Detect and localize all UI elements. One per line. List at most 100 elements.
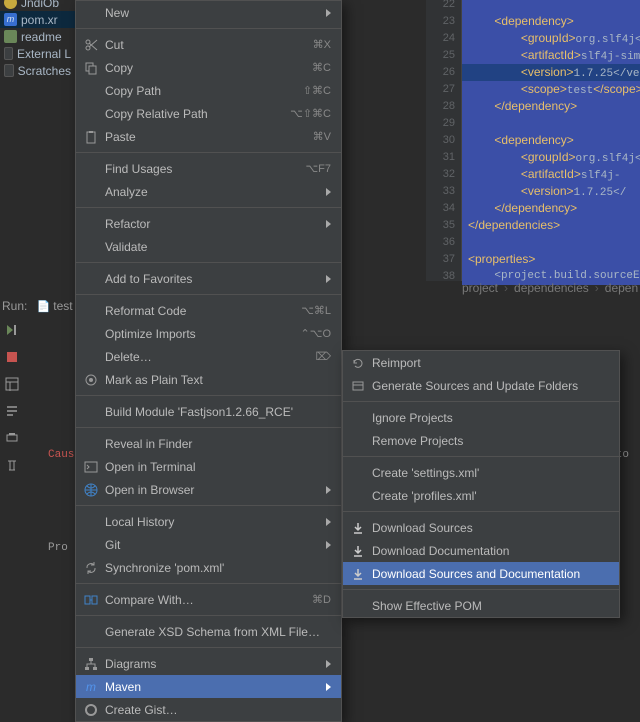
- menu-separator: [76, 152, 341, 153]
- menu-item-label: Diagrams: [105, 657, 313, 671]
- print-icon[interactable]: [5, 431, 19, 445]
- code-line[interactable]: <groupId>org.slf4j</: [462, 30, 640, 47]
- blank-icon: [84, 240, 98, 254]
- menu-item-label: Create Gist…: [105, 703, 331, 717]
- delete-icon[interactable]: [5, 458, 19, 472]
- menu-item-create-profiles-xml[interactable]: Create 'profiles.xml': [343, 484, 619, 507]
- breadcrumb-item[interactable]: dependencies: [514, 281, 589, 295]
- rerun-icon[interactable]: [5, 323, 19, 337]
- menu-item-git[interactable]: Git: [76, 533, 341, 556]
- menu-item-validate[interactable]: Validate: [76, 235, 341, 258]
- chevron-right-icon: [326, 9, 331, 17]
- code-line[interactable]: <properties>: [462, 251, 640, 268]
- menu-item-show-effective-pom[interactable]: Show Effective POM: [343, 594, 619, 617]
- menu-separator: [76, 583, 341, 584]
- menu-item-copy-relative-path[interactable]: Copy Relative Path⌥⇧⌘C: [76, 102, 341, 125]
- tree-item[interactable]: External L: [0, 45, 75, 62]
- menu-item-download-documentation[interactable]: Download Documentation: [343, 539, 619, 562]
- breadcrumb-item[interactable]: project: [462, 281, 498, 295]
- menu-item-label: Validate: [105, 240, 331, 254]
- code-line[interactable]: </dependency>: [462, 200, 640, 217]
- tree-item[interactable]: JndiOb: [0, 0, 75, 11]
- menu-item-label: Remove Projects: [372, 434, 609, 448]
- menu-item-label: Compare With…: [105, 593, 305, 607]
- github-icon: [84, 703, 98, 717]
- scissors-icon: [84, 38, 98, 52]
- menu-item-maven[interactable]: mMaven: [76, 675, 341, 698]
- menu-item-remove-projects[interactable]: Remove Projects: [343, 429, 619, 452]
- breadcrumb-item[interactable]: depen: [605, 281, 638, 295]
- layout-icon[interactable]: [5, 377, 19, 391]
- tree-item[interactable]: Scratches: [0, 62, 75, 79]
- menu-item-open-in-terminal[interactable]: Open in Terminal: [76, 455, 341, 478]
- menu-separator: [343, 589, 619, 590]
- tree-item[interactable]: readme: [0, 28, 75, 45]
- menu-item-label: Reformat Code: [105, 304, 294, 318]
- svg-text:m: m: [86, 680, 96, 694]
- class-icon: [4, 0, 17, 9]
- tree-item[interactable]: mpom.xr: [0, 11, 75, 28]
- menu-item-delete[interactable]: Delete…⌦: [76, 345, 341, 368]
- menu-item-compare-with[interactable]: Compare With…⌘D: [76, 588, 341, 611]
- code-line[interactable]: </dependency>: [462, 98, 640, 115]
- line-number: 37: [426, 251, 461, 268]
- menu-item-label: Analyze: [105, 185, 313, 199]
- code-line[interactable]: <version>1.7.25</vers: [462, 64, 640, 81]
- code-line[interactable]: <scope>test</scope>: [462, 81, 640, 98]
- menu-item-build-module-fastjson1-2-66-rce[interactable]: Build Module 'Fastjson1.2.66_RCE': [76, 400, 341, 423]
- menu-item-reformat-code[interactable]: Reformat Code⌥⌘L: [76, 299, 341, 322]
- menu-item-download-sources-and-documentation[interactable]: Download Sources and Documentation: [343, 562, 619, 585]
- menu-item-reveal-in-finder[interactable]: Reveal in Finder: [76, 432, 341, 455]
- menu-item-find-usages[interactable]: Find Usages⌥F7: [76, 157, 341, 180]
- menu-item-generate-sources-and-update-folders[interactable]: Generate Sources and Update Folders: [343, 374, 619, 397]
- menu-item-label: New: [105, 6, 313, 20]
- pom-icon: m: [4, 13, 17, 26]
- menu-item-new[interactable]: New: [76, 1, 341, 24]
- maven-icon: m: [84, 680, 98, 694]
- menu-item-generate-xsd-schema-from-xml-file[interactable]: Generate XSD Schema from XML File…: [76, 620, 341, 643]
- menu-item-paste[interactable]: Paste⌘V: [76, 125, 341, 148]
- code-line[interactable]: <artifactId>slf4j-sim: [462, 47, 640, 64]
- menu-item-create-settings-xml[interactable]: Create 'settings.xml': [343, 461, 619, 484]
- menu-item-refactor[interactable]: Refactor: [76, 212, 341, 235]
- menu-shortcut: ⌥F7: [305, 162, 331, 175]
- menu-item-ignore-projects[interactable]: Ignore Projects: [343, 406, 619, 429]
- menu-item-open-in-browser[interactable]: Open in Browser: [76, 478, 341, 501]
- menu-item-local-history[interactable]: Local History: [76, 510, 341, 533]
- editor-code[interactable]: <dependency> <groupId>org.slf4j</ <artif…: [462, 0, 640, 285]
- code-line[interactable]: <dependency>: [462, 13, 640, 30]
- breadcrumb[interactable]: project›dependencies›depen: [462, 281, 638, 295]
- blank-icon: [351, 599, 365, 613]
- menu-item-mark-as-plain-text[interactable]: Mark as Plain Text: [76, 368, 341, 391]
- code-line[interactable]: <artifactId>slf4j-: [462, 166, 640, 183]
- menu-item-label: Cut: [105, 38, 306, 52]
- code-line[interactable]: <version>1.7.25</: [462, 183, 640, 200]
- code-line[interactable]: </dependencies>: [462, 217, 640, 234]
- menu-item-download-sources[interactable]: Download Sources: [343, 516, 619, 539]
- menu-item-synchronize-pom-xml[interactable]: Synchronize 'pom.xml': [76, 556, 341, 579]
- menu-item-copy[interactable]: Copy⌘C: [76, 56, 341, 79]
- wrap-icon[interactable]: [5, 404, 19, 418]
- menu-item-create-gist[interactable]: Create Gist…: [76, 698, 341, 721]
- menu-separator: [76, 262, 341, 263]
- menu-item-label: Copy Relative Path: [105, 107, 283, 121]
- menu-item-copy-path[interactable]: Copy Path⇧⌘C: [76, 79, 341, 102]
- menu-item-label: Git: [105, 538, 313, 552]
- lib-icon: [4, 47, 13, 60]
- menu-item-diagrams[interactable]: Diagrams: [76, 652, 341, 675]
- menu-item-cut[interactable]: Cut⌘X: [76, 33, 341, 56]
- menu-item-optimize-imports[interactable]: Optimize Imports⌃⌥O: [76, 322, 341, 345]
- menu-item-reimport[interactable]: Reimport: [343, 351, 619, 374]
- menu-separator: [76, 505, 341, 506]
- code-line[interactable]: [462, 115, 640, 132]
- blank-icon: [84, 538, 98, 552]
- code-line[interactable]: [462, 234, 640, 251]
- menu-item-add-to-favorites[interactable]: Add to Favorites: [76, 267, 341, 290]
- menu-item-analyze[interactable]: Analyze: [76, 180, 341, 203]
- code-line[interactable]: <groupId>org.slf4j</: [462, 149, 640, 166]
- stop-icon[interactable]: [5, 350, 19, 364]
- menu-item-label: Open in Terminal: [105, 460, 331, 474]
- code-line[interactable]: <dependency>: [462, 132, 640, 149]
- code-line[interactable]: [462, 0, 640, 13]
- tree-item-label: JndiOb: [21, 0, 59, 10]
